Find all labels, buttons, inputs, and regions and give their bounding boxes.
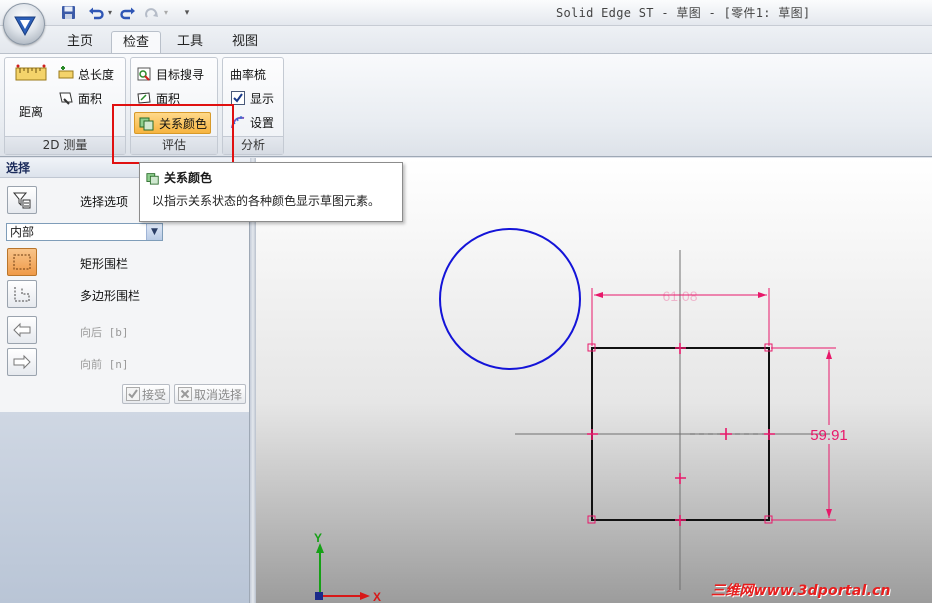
solid-edge-logo-icon bbox=[14, 16, 36, 37]
relationship-color-tooltip: 关系颜色 以指示关系状态的各种颜色显示草图元素。 bbox=[139, 162, 403, 222]
y-axis-label: Y bbox=[314, 531, 322, 545]
coordinate-triad bbox=[315, 543, 370, 600]
tooltip-title: 关系颜色 bbox=[146, 169, 212, 186]
watermark: 三维网www.3dportal.cn bbox=[711, 583, 891, 599]
sketch-circle[interactable] bbox=[439, 228, 581, 370]
horizontal-dimension-value[interactable]: 61.08 bbox=[662, 288, 697, 304]
vertical-dimension-value[interactable]: 59.91 bbox=[810, 427, 848, 444]
x-axis-label: X bbox=[373, 590, 381, 603]
sketch-drawing: 61.08 59.91 Y X bbox=[314, 228, 848, 603]
tooltip-description: 以指示关系状态的各种颜色显示草图元素。 bbox=[152, 194, 381, 208]
application-button[interactable] bbox=[3, 3, 45, 45]
tooltip-title-text: 关系颜色 bbox=[164, 171, 213, 185]
highlight-box bbox=[112, 104, 234, 164]
relationship-color-icon bbox=[146, 171, 160, 185]
